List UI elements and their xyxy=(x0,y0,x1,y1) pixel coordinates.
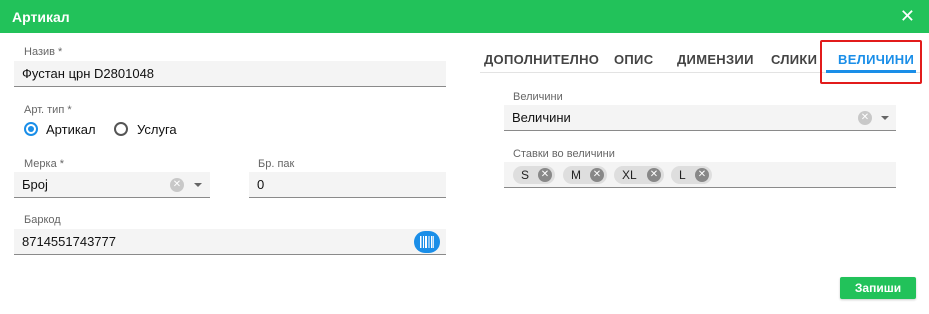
tab-sliki[interactable]: СЛИКИ xyxy=(771,52,817,67)
tab-highlight-box xyxy=(820,40,922,84)
size-chip-m[interactable]: M ✕ xyxy=(563,166,607,184)
pack-count-input[interactable]: 0 xyxy=(249,172,446,198)
size-chip-label: M xyxy=(571,168,581,182)
radio-usluga-label[interactable]: Услуга xyxy=(137,122,177,137)
dialog-title: Артикал xyxy=(12,9,70,25)
unit-value: Број xyxy=(22,177,48,192)
sizes-label: Величини xyxy=(513,91,563,103)
size-chip-s[interactable]: S ✕ xyxy=(513,166,555,184)
art-type-label: Арт. тип * xyxy=(24,104,72,116)
unit-label: Мерка * xyxy=(24,158,65,170)
remove-chip-icon[interactable]: ✕ xyxy=(590,168,604,182)
pack-count-value: 0 xyxy=(257,177,265,192)
barcode-label: Баркод xyxy=(24,214,61,226)
chevron-down-icon[interactable] xyxy=(881,116,889,120)
barcode-scan-icon[interactable] xyxy=(414,231,440,253)
pack-count-label: Бр. пак xyxy=(258,158,295,170)
radio-artikal[interactable] xyxy=(24,122,38,136)
name-value: Фустан црн D2801048 xyxy=(22,66,155,81)
unit-select[interactable]: Број ✕ xyxy=(14,172,210,198)
barcode-value: 8714551743777 xyxy=(22,234,116,249)
chevron-down-icon[interactable] xyxy=(194,183,202,187)
radio-artikal-label[interactable]: Артикал xyxy=(46,122,96,137)
save-button[interactable]: Запиши xyxy=(840,277,916,299)
size-chip-l[interactable]: L ✕ xyxy=(671,166,712,184)
sizes-value: Величини xyxy=(512,110,571,125)
size-entries-label: Ставки во величини xyxy=(513,148,615,160)
tab-opis[interactable]: ОПИС xyxy=(614,52,653,67)
name-input[interactable]: Фустан црн D2801048 xyxy=(14,61,446,87)
close-icon[interactable]: ✕ xyxy=(900,6,915,26)
barcode-input[interactable]: 8714551743777 xyxy=(14,229,446,255)
size-chip-label: L xyxy=(679,168,686,182)
unit-clear-icon[interactable]: ✕ xyxy=(170,178,184,192)
remove-chip-icon[interactable]: ✕ xyxy=(695,168,709,182)
remove-chip-icon[interactable]: ✕ xyxy=(647,168,661,182)
radio-usluga[interactable] xyxy=(114,122,128,136)
tab-dopolnitelno[interactable]: ДОПОЛНИТЕЛНО xyxy=(484,52,599,67)
size-chip-label: XL xyxy=(622,168,637,182)
sizes-select[interactable]: Величини ✕ xyxy=(504,105,896,131)
tab-dimenzii[interactable]: ДИМЕНЗИИ xyxy=(677,52,754,67)
remove-chip-icon[interactable]: ✕ xyxy=(538,168,552,182)
size-chip-xl[interactable]: XL ✕ xyxy=(614,166,664,184)
name-label: Назив * xyxy=(24,46,63,58)
sizes-clear-icon[interactable]: ✕ xyxy=(858,111,872,125)
size-chip-label: S xyxy=(521,168,530,182)
dialog-titlebar: Артикал ✕ xyxy=(0,0,929,33)
